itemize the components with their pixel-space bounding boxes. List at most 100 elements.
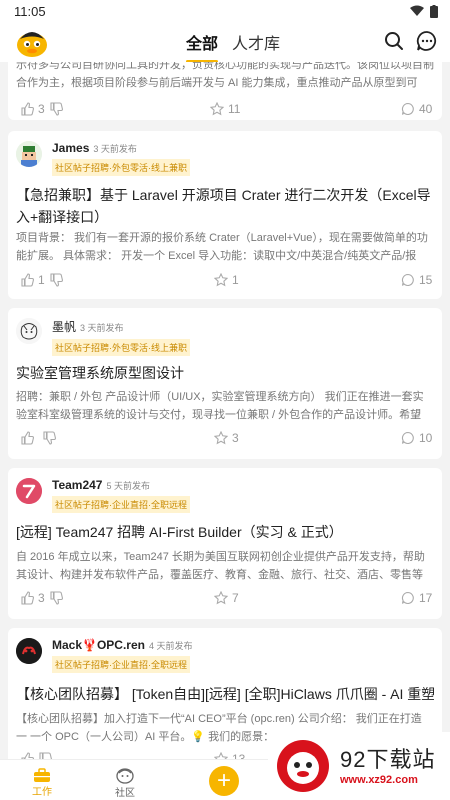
duck-logo-icon[interactable] <box>14 25 50 59</box>
comment-icon <box>401 431 414 445</box>
post-tags: 社区帖子招聘·外包零活·线上兼职 <box>52 159 190 176</box>
post-actions: 3 11 40 <box>8 102 442 122</box>
watermark: 92下载站 www.xz92.com <box>268 732 450 800</box>
comment-button[interactable]: 40 <box>401 102 432 116</box>
post-time: 5 天前发布 <box>106 481 150 491</box>
comment-icon <box>401 273 414 287</box>
comment-button[interactable]: 17 <box>401 591 432 605</box>
favorite-count: 11 <box>228 102 241 116</box>
post-card[interactable]: 示符多与公司目研协同工具的开发，负责核心功能的实现与产品迭代。该岗位以项目制合作… <box>8 62 442 120</box>
nav-community-label: 社区 <box>115 788 135 799</box>
post-excerpt: 招聘：兼职 / 外包 产品设计师（UI/UX，实验室管理系统方向） 我们正在推进… <box>16 391 424 421</box>
comment-count: 17 <box>419 591 433 605</box>
comment-button[interactable]: 10 <box>401 431 432 445</box>
favorite-count: 7 <box>232 591 239 605</box>
avatar[interactable] <box>16 638 42 664</box>
author-name[interactable]: Mack🦞OPC.ren <box>52 638 145 652</box>
author-row: Mack🦞OPC.ren 4 天前发布 社区帖子招聘·企业直招·全职远程 <box>16 638 193 673</box>
post-time: 4 天前发布 <box>148 641 193 651</box>
author-name[interactable]: Team247 <box>52 478 102 492</box>
tab-all[interactable]: 全部 <box>186 30 219 63</box>
thumbs-up-icon <box>21 431 34 445</box>
status-icons <box>410 4 438 18</box>
post-excerpt: 示符多与公司目研协同工具的开发，负责核心功能的实现与产品迭代。该岗位以项目制合作… <box>16 62 434 89</box>
post-title[interactable]: [远程] Team247 招聘 AI-First Builder（实习 & 正式… <box>16 521 434 543</box>
author-name[interactable]: 墨帆 <box>52 318 76 335</box>
tab-talent-pool[interactable]: 人才库 <box>232 30 280 57</box>
post-actions: 3 10 <box>8 431 442 451</box>
author-name[interactable]: James <box>52 141 89 155</box>
comment-count: 40 <box>419 102 433 116</box>
post-tags: 社区帖子招聘·外包零活·线上兼职 <box>52 339 190 356</box>
favorite-button[interactable]: 13 <box>214 752 245 759</box>
app-header: 全部 人才库 <box>0 22 450 63</box>
wifi-icon <box>410 5 424 16</box>
author-row: 墨帆 3 天前发布 社区帖子招聘·外包零活·线上兼职 <box>16 318 190 356</box>
comment-count: 15 <box>419 273 433 287</box>
pixel-avatar-icon <box>16 141 42 167</box>
thumbs-up-icon <box>21 752 34 759</box>
post-tags: 社区帖子招聘·企业直招·全职远程 <box>52 496 190 513</box>
post-title[interactable]: 【急招兼职】基于 Laravel 开源项目 Crater 进行二次开发（Exce… <box>16 184 434 228</box>
thumbs-down-icon[interactable] <box>38 752 52 759</box>
post-excerpt: 自 2016 年成立以来，Team247 长期为美国互联网初创企业提供产品开发支… <box>16 551 425 581</box>
favorite-button[interactable]: 3 <box>214 431 239 445</box>
favorite-count: 13 <box>232 752 246 759</box>
thumbs-down-icon[interactable] <box>49 102 63 116</box>
create-post-button[interactable]: + <box>209 766 239 796</box>
post-feed: 示符多与公司目研协同工具的开发，负责核心功能的实现与产品迭代。该岗位以项目制合作… <box>0 62 450 759</box>
watermark-url: www.xz92.com <box>340 774 418 786</box>
message-icon[interactable] <box>416 30 438 52</box>
status-bar: 11:05 <box>0 0 450 22</box>
sketch-avatar-icon <box>16 318 42 344</box>
briefcase-icon <box>34 768 50 782</box>
avatar[interactable] <box>16 478 42 504</box>
thumbs-down-icon[interactable] <box>42 431 56 445</box>
star-icon <box>214 431 228 445</box>
thumbs-up-icon <box>21 591 34 605</box>
author-row: James 3 天前发布 社区帖子招聘·外包零活·线上兼职 <box>16 141 190 176</box>
star-icon <box>214 752 228 759</box>
favorite-count: 3 <box>232 431 239 445</box>
comment-icon <box>401 591 414 605</box>
like-button[interactable]: 3 <box>20 102 63 116</box>
like-button[interactable]: 1 <box>20 273 63 287</box>
status-time: 11:05 <box>14 3 46 19</box>
like-count: 3 <box>38 102 45 116</box>
avatar[interactable] <box>16 141 42 167</box>
search-icon[interactable] <box>383 30 405 52</box>
comment-icon <box>401 102 414 116</box>
post-title[interactable]: 【核心团队招募】 [Token自由][远程] [全职]HiClaws 爪爪圈 -… <box>16 683 434 705</box>
post-tags: 社区帖子招聘·企业直招·全职远程 <box>52 656 190 673</box>
favorite-button[interactable]: 11 <box>210 102 240 116</box>
favorite-button[interactable]: 7 <box>214 591 239 605</box>
post-card[interactable]: 墨帆 3 天前发布 社区帖子招聘·外包零活·线上兼职 实验室管理系统原型图设计 … <box>8 308 442 459</box>
avatar[interactable] <box>16 318 42 344</box>
favorite-button[interactable]: 1 <box>214 273 239 287</box>
post-title[interactable]: 实验室管理系统原型图设计 <box>16 362 434 384</box>
post-card[interactable]: Team247 5 天前发布 社区帖子招聘·企业直招·全职远程 [远程] Tea… <box>8 468 442 619</box>
like-button[interactable] <box>20 431 56 445</box>
thumbs-down-icon[interactable] <box>49 591 63 605</box>
post-actions: 1 1 15 <box>8 273 442 293</box>
post-time: 3 天前发布 <box>80 323 124 333</box>
comment-button[interactable]: 15 <box>401 273 432 287</box>
watermark-logo-icon <box>277 740 329 792</box>
star-icon <box>214 591 228 605</box>
like-button[interactable] <box>20 752 52 759</box>
nav-work[interactable]: 工作 <box>32 768 52 798</box>
like-button[interactable]: 3 <box>20 591 63 605</box>
star-icon <box>214 273 228 287</box>
favorite-count: 1 <box>232 273 239 287</box>
battery-icon <box>430 4 438 18</box>
community-icon <box>116 768 134 784</box>
like-count: 1 <box>38 273 45 287</box>
nav-community[interactable]: 社区 <box>115 766 135 799</box>
post-excerpt: 项目背景： 我们有一套开源的报价系统 Crater（Laravel+Vue），现… <box>16 232 428 262</box>
team247-logo-icon <box>16 478 42 504</box>
thumbs-down-icon[interactable] <box>49 273 63 287</box>
author-row: Team247 5 天前发布 社区帖子招聘·企业直招·全职远程 <box>16 478 190 513</box>
thumbs-up-icon <box>21 273 34 287</box>
post-card[interactable]: James 3 天前发布 社区帖子招聘·外包零活·线上兼职 【急招兼职】基于 L… <box>8 131 442 299</box>
comment-count: 10 <box>419 431 433 445</box>
